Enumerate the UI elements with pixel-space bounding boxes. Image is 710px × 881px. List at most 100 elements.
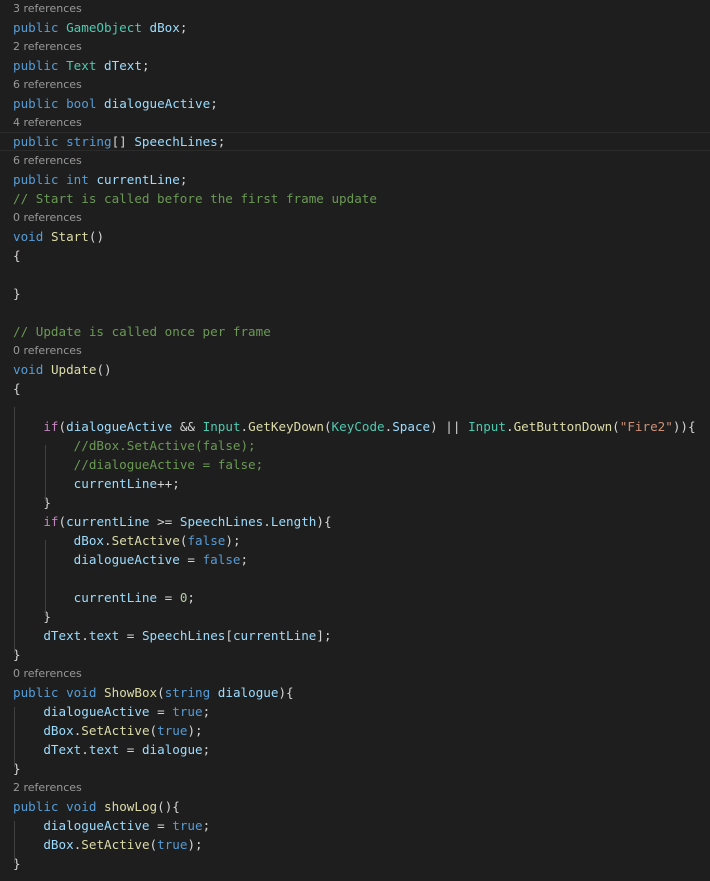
indent-guide: [14, 707, 15, 767]
code-token: //dBox.SetActive(false);: [73, 438, 256, 453]
code-token: false: [202, 552, 241, 567]
code-token: dText: [43, 628, 82, 643]
code-line[interactable]: dBox.SetActive(true);: [13, 721, 710, 740]
code-line[interactable]: dialogueActive = false;: [13, 550, 710, 569]
code-token: dBox: [149, 20, 180, 35]
codelens-references[interactable]: 0 references: [13, 664, 82, 683]
code-line[interactable]: }: [13, 607, 710, 626]
code-token: dialogue: [141, 742, 203, 757]
code-token: public: [13, 172, 59, 187]
code-line[interactable]: {: [13, 379, 710, 398]
code-token: public: [13, 20, 59, 35]
code-line[interactable]: public bool dialogueActive;: [13, 94, 710, 113]
code-line[interactable]: dBox.SetActive(false);: [13, 531, 710, 550]
code-token: //dialogueActive = false;: [73, 457, 264, 472]
codelens-references[interactable]: 6 references: [13, 75, 82, 94]
code-token: public: [13, 134, 59, 149]
code-line[interactable]: }: [13, 284, 710, 303]
code-line[interactable]: dText.text = SpeechLines[currentLine];: [13, 626, 710, 645]
code-line[interactable]: void Update(): [13, 360, 710, 379]
codelens-references[interactable]: 6 references: [13, 151, 82, 170]
code-token: .: [81, 742, 89, 757]
code-token: dText: [104, 58, 142, 73]
code-token: void: [66, 685, 97, 700]
code-token: (): [96, 362, 112, 377]
code-token: (: [323, 419, 332, 434]
code-token: GetKeyDown: [248, 419, 324, 434]
code-token: dialogueActive: [73, 552, 180, 567]
code-token: ;: [141, 58, 150, 73]
code-line[interactable]: }: [13, 493, 710, 512]
code-line[interactable]: //dBox.SetActive(false);: [13, 436, 710, 455]
code-token: SpeechLines: [134, 134, 218, 149]
code-token: if: [43, 514, 59, 529]
code-token: ){: [316, 514, 332, 529]
code-token: (): [88, 229, 105, 244]
codelens-references[interactable]: 2 references: [13, 37, 82, 56]
code-line[interactable]: public Text dText;: [13, 56, 710, 75]
code-token: string: [164, 685, 211, 700]
codelens-references[interactable]: 0 references: [13, 341, 82, 360]
code-line[interactable]: public void showLog(){: [13, 797, 710, 816]
code-token: GameObject: [66, 20, 142, 35]
code-editor[interactable]: 3 references public GameObject dBox; 2 ref…: [0, 0, 710, 881]
code-token: ;: [202, 704, 211, 719]
code-token: dBox: [43, 837, 74, 852]
code-line[interactable]: // Start is called before the first fram…: [13, 189, 710, 208]
code-line[interactable]: dText.text = dialogue;: [13, 740, 710, 759]
code-line[interactable]: if(dialogueActive && Input.GetKeyDown(Ke…: [13, 417, 710, 436]
code-token: }: [13, 286, 21, 301]
code-token: {: [688, 419, 696, 434]
code-token: Start: [50, 229, 89, 244]
code-line[interactable]: [13, 398, 710, 417]
code-token: )): [672, 419, 688, 434]
code-line[interactable]: }: [13, 645, 710, 664]
code-line[interactable]: [13, 569, 710, 588]
code-line[interactable]: currentLine = 0;: [13, 588, 710, 607]
code-line[interactable]: public GameObject dBox;: [13, 18, 710, 37]
code-line[interactable]: void Start(): [13, 227, 710, 246]
codelens-references[interactable]: 3 references: [13, 0, 82, 18]
code-line[interactable]: dialogueActive = true;: [13, 702, 710, 721]
code-line[interactable]: public string[] SpeechLines;: [0, 132, 710, 151]
code-token: Space: [392, 419, 431, 434]
code-line[interactable]: public void ShowBox(string dialogue){: [13, 683, 710, 702]
code-token: currentLine: [232, 628, 317, 643]
code-line[interactable]: }: [13, 759, 710, 778]
code-token: public: [13, 96, 59, 111]
code-line[interactable]: }: [13, 854, 710, 873]
code-token: ;: [179, 20, 188, 35]
codelens-references[interactable]: 2 references: [13, 778, 82, 797]
code-token: ) ||: [430, 419, 469, 434]
code-line[interactable]: {: [13, 246, 710, 265]
code-line[interactable]: //dialogueActive = false;: [13, 455, 710, 474]
codelens-references[interactable]: 0 references: [13, 208, 82, 227]
code-token: true: [172, 818, 203, 833]
code-token: GetButtonDown: [513, 419, 613, 434]
code-line[interactable]: dBox.SetActive(true);: [13, 835, 710, 854]
code-line[interactable]: [13, 303, 710, 322]
code-line[interactable]: dialogueActive = true;: [13, 816, 710, 835]
indent-guide: [45, 540, 46, 616]
code-token: dialogueActive: [43, 818, 150, 833]
code-line[interactable]: currentLine++;: [13, 474, 710, 493]
code-token: false: [187, 533, 226, 548]
code-token: string: [66, 134, 112, 149]
code-line[interactable]: if(currentLine >= SpeechLines.Length){: [13, 512, 710, 531]
code-line[interactable]: [13, 265, 710, 284]
code-line[interactable]: public int currentLine;: [13, 170, 710, 189]
indent-guide: [14, 407, 15, 653]
code-token: showLog: [104, 799, 158, 814]
codelens-references[interactable]: 4 references: [13, 113, 82, 132]
code-line[interactable]: // Update is called once per frame: [13, 322, 710, 341]
code-token: );: [225, 533, 241, 548]
code-token: KeyCode: [331, 419, 385, 434]
